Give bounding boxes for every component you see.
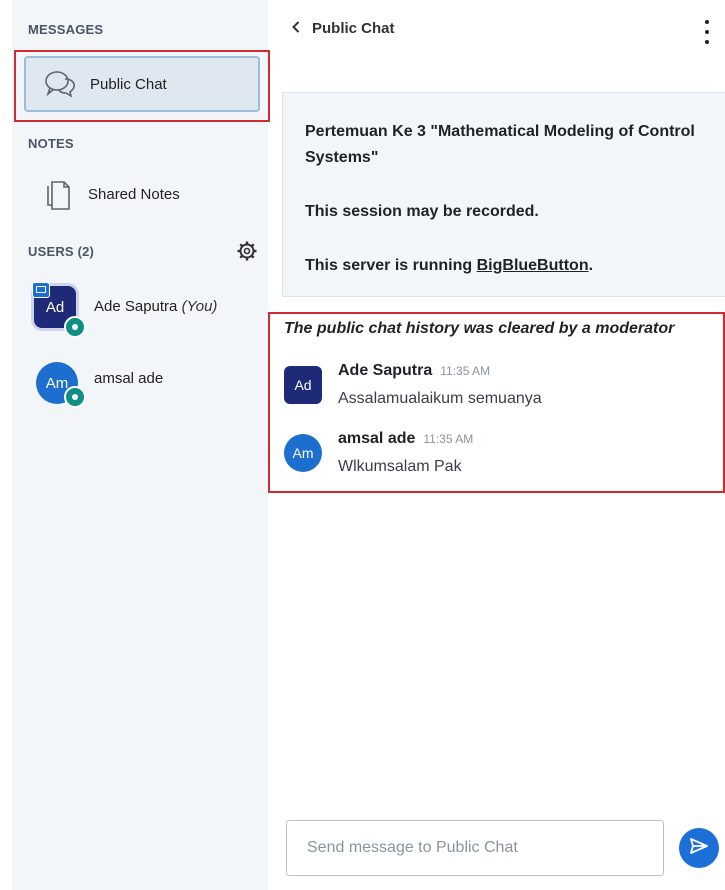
message-sender-name: Ade Saputra (338, 362, 433, 379)
message-text: Wlkumsalam Pak (338, 458, 462, 475)
message-sender: Ade Saputra 11:35 AM (338, 362, 490, 380)
avatar: Am (36, 362, 86, 408)
avatar-initials: Am (45, 374, 69, 392)
welcome-message: Pertemuan Ke 3 "Mathematical Modeling of… (282, 92, 725, 297)
chat-message: Ad Ade Saputra 11:35 AM Assalamualaikum s… (284, 362, 714, 418)
messages-section-title: MESSAGES (28, 22, 104, 37)
chat-cleared-notice: The public chat history was cleared by a… (284, 320, 675, 337)
avatar: Ad (284, 366, 322, 404)
avatar-initials: Ad (45, 298, 65, 316)
user-list-item[interactable]: Am amsal ade (32, 360, 272, 416)
avatar: Am (284, 434, 322, 472)
avatar: Ad (32, 282, 86, 338)
back-button[interactable]: Public Chat (292, 20, 395, 37)
message-text: Assalamualaikum semuanya (338, 390, 542, 407)
avatar-initials: Ad (294, 377, 312, 393)
user-name-text: Ade Saputra (94, 298, 178, 315)
notes-document-icon (38, 174, 78, 214)
welcome-line-recorded: This session may be recorded. (305, 203, 539, 220)
moderator-badge-icon (64, 316, 86, 338)
bigbluebutton-link[interactable]: BigBlueButton (477, 257, 589, 274)
sidebar: MESSAGES Public Chat NOTES Shared Notes … (12, 0, 270, 890)
sidebar-item-shared-notes[interactable]: Shared Notes (24, 166, 260, 222)
chevron-left-icon (292, 20, 300, 37)
message-composer (286, 820, 664, 876)
welcome-server-prefix: This server is running (305, 257, 477, 274)
chat-header: Public Chat (268, 14, 725, 50)
sidebar-item-label: Shared Notes (88, 185, 180, 203)
chat-panel: Public Chat Pertemuan Ke 3 "Mathematical… (268, 0, 725, 890)
users-section-title: USERS (2) (28, 244, 95, 259)
user-name: amsal ade (94, 370, 164, 387)
notes-section-title: NOTES (28, 136, 74, 151)
presenter-icon (32, 282, 50, 298)
welcome-server-suffix: . (588, 257, 594, 274)
sidebar-item-label: Public Chat (90, 75, 167, 93)
avatar-initials: Am (292, 445, 314, 461)
welcome-line-title: Pertemuan Ke 3 "Mathematical Modeling of… (305, 123, 695, 166)
user-list-item[interactable]: Ad Ade Saputra (You) (32, 282, 272, 340)
message-time: 11:35 AM (440, 364, 491, 378)
more-options-icon[interactable] (702, 20, 712, 44)
user-name: Ade Saputra (You) (94, 298, 217, 315)
you-tag: (You) (181, 298, 218, 315)
send-arrow-icon (689, 837, 709, 860)
moderator-badge-icon (64, 386, 86, 408)
message-input[interactable] (305, 838, 645, 858)
message-time: 11:35 AM (423, 432, 474, 446)
chat-message: Am amsal ade 11:35 AM Wlkumsalam Pak (284, 430, 714, 486)
send-button[interactable] (679, 828, 719, 868)
chat-bubbles-icon (40, 64, 80, 104)
gear-icon[interactable] (236, 240, 258, 262)
message-sender-name: amsal ade (338, 430, 416, 447)
welcome-line-server: This server is running BigBlueButton. (305, 253, 705, 279)
chat-title: Public Chat (312, 20, 395, 37)
message-sender: amsal ade 11:35 AM (338, 430, 473, 448)
sidebar-item-public-chat[interactable]: Public Chat (24, 56, 260, 112)
